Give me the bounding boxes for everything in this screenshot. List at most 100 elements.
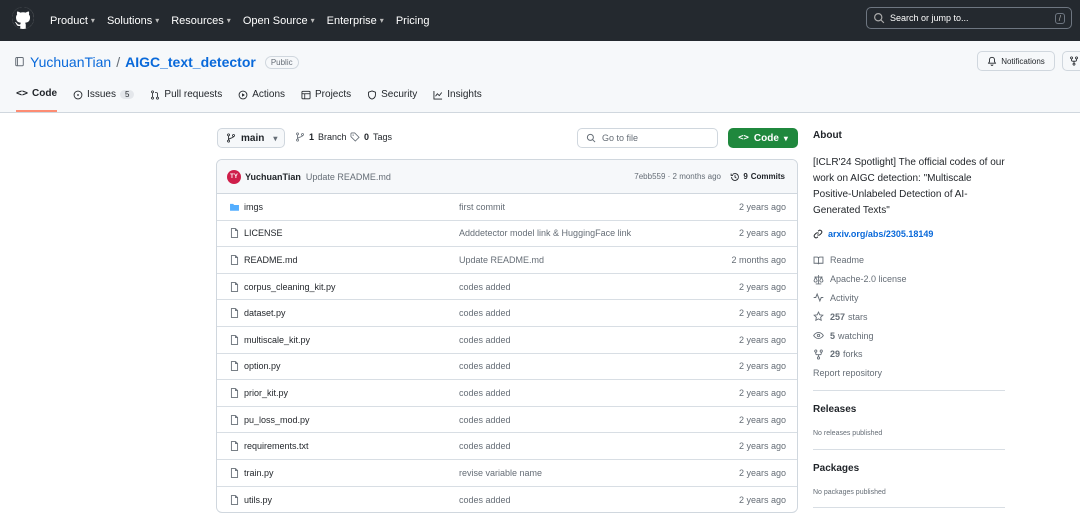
- nav-pricing[interactable]: Pricing: [396, 15, 430, 27]
- file-row[interactable]: utils.py codes added 2 years ago: [217, 487, 797, 512]
- file-commit-message-link[interactable]: codes added: [459, 415, 511, 425]
- commit-author-link[interactable]: YuchuanTian: [245, 172, 301, 182]
- nav-solutions[interactable]: Solutions ▾: [107, 15, 159, 27]
- fork-button[interactable]: [1062, 51, 1080, 71]
- file-commit-message-link[interactable]: revise variable name: [459, 468, 542, 478]
- file-commit-message-link[interactable]: codes added: [459, 282, 511, 292]
- visibility-badge: Public: [264, 55, 299, 69]
- branch-select-button[interactable]: main ▾: [217, 128, 285, 148]
- file-row[interactable]: LICENSE Adddetector model link & HuggingF…: [217, 221, 797, 248]
- forks-link[interactable]: 29 forks: [813, 345, 1005, 364]
- file-commit-message-link[interactable]: codes added: [459, 388, 511, 398]
- branches-link[interactable]: 1 Branch: [295, 132, 347, 142]
- nav-label: Open Source: [242, 14, 308, 27]
- file-commit-message-link[interactable]: codes added: [459, 441, 511, 451]
- tab-issues[interactable]: Issues 5: [73, 88, 135, 112]
- file-name-link[interactable]: option.py: [244, 361, 281, 371]
- file-icon: [230, 281, 239, 292]
- file-row[interactable]: imgs first commit 2 years ago: [217, 194, 797, 221]
- branch-name: main: [241, 132, 265, 144]
- file-commit-message-link[interactable]: Adddetector model link & HuggingFace lin…: [459, 228, 631, 238]
- file-name-link[interactable]: requirements.txt: [244, 441, 309, 451]
- file-row[interactable]: pu_loss_mod.py codes added 2 years ago: [217, 407, 797, 434]
- file-icon: [230, 228, 239, 239]
- folder-icon: [230, 203, 239, 211]
- watchers-link[interactable]: 5 watching: [813, 326, 1005, 345]
- file-name-link[interactable]: dataset.py: [244, 308, 286, 318]
- packages-heading[interactable]: Packages: [813, 463, 859, 474]
- file-list: imgs first commit 2 years ago LICENSE Adddet…: [217, 194, 797, 512]
- link-icon: [813, 229, 823, 239]
- nav-enterprise[interactable]: Enterprise ▾: [327, 15, 384, 27]
- chevron-down-icon: ▾: [90, 16, 95, 25]
- file-commit-message-link[interactable]: codes added: [459, 335, 511, 345]
- releases-heading[interactable]: Releases: [813, 404, 856, 415]
- file-row[interactable]: train.py revise variable name 2 years ago: [217, 460, 797, 487]
- nav-resources[interactable]: Resources ▾: [171, 15, 231, 27]
- file-commit-message-link[interactable]: Update README.md: [459, 255, 544, 265]
- tags-link[interactable]: 0 Tags: [350, 132, 392, 142]
- file-name-link[interactable]: prior_kit.py: [244, 388, 288, 398]
- chevron-down-icon: ▾: [379, 16, 384, 25]
- file-row[interactable]: multiscale_kit.py codes added 2 years ago: [217, 327, 797, 354]
- stars-link[interactable]: 257 stars: [813, 307, 1005, 326]
- commit-hash-time[interactable]: 7ebb559 · 2 months ago: [634, 172, 721, 181]
- file-name-link[interactable]: multiscale_kit.py: [244, 335, 310, 345]
- file-name-link[interactable]: README.md: [244, 255, 298, 265]
- avatar[interactable]: TY: [227, 169, 241, 184]
- chevron-down-icon: ▾: [310, 16, 315, 25]
- law-icon: [813, 274, 824, 285]
- homepage-link[interactable]: arxiv.org/abs/2305.18149: [813, 229, 1005, 239]
- file-name-link[interactable]: LICENSE: [244, 228, 283, 238]
- search-placeholder: Search or jump to...: [890, 13, 969, 23]
- file-commit-message-link[interactable]: codes added: [459, 495, 511, 505]
- tab-projects[interactable]: Projects: [301, 88, 351, 112]
- tab-actions[interactable]: Actions: [238, 88, 285, 112]
- nav-open-source[interactable]: Open Source ▾: [243, 15, 315, 27]
- file-name-link[interactable]: imgs: [244, 202, 263, 212]
- file-commit-message-link[interactable]: codes added: [459, 361, 511, 371]
- github-logo-icon[interactable]: [12, 7, 34, 29]
- tab-security[interactable]: Security: [367, 88, 417, 112]
- license-link[interactable]: Apache-2.0 license: [813, 270, 1005, 289]
- tab-label: Pull requests: [164, 89, 223, 100]
- commit-message-link[interactable]: Update README.md: [306, 172, 391, 182]
- file-icon: [230, 361, 239, 372]
- file-commit-message-link[interactable]: codes added: [459, 308, 511, 318]
- file-icon: [230, 334, 239, 345]
- file-icon: [230, 441, 239, 452]
- tab-insights[interactable]: Insights: [433, 88, 482, 112]
- pull-request-icon: [151, 89, 160, 100]
- go-to-file-input[interactable]: Go to file: [577, 128, 718, 148]
- repo-owner-link[interactable]: YuchuanTian: [30, 54, 111, 70]
- activity-link[interactable]: Activity: [813, 289, 1005, 308]
- file-name-link[interactable]: pu_loss_mod.py: [244, 415, 310, 425]
- file-name-link[interactable]: corpus_cleaning_kit.py: [244, 282, 336, 292]
- file-commit-message-link[interactable]: first commit: [459, 202, 505, 212]
- tab-pull-requests[interactable]: Pull requests: [150, 88, 222, 112]
- file-name-link[interactable]: utils.py: [244, 495, 272, 505]
- file-row[interactable]: prior_kit.py codes added 2 years ago: [217, 380, 797, 407]
- global-header: Product ▾ Solutions ▾ Resources ▾ Open Sour…: [0, 0, 1080, 41]
- repo-name-link[interactable]: AIGC_text_detector: [125, 54, 256, 70]
- file-row[interactable]: option.py codes added 2 years ago: [217, 354, 797, 381]
- file-row[interactable]: requirements.txt codes added 2 years ago: [217, 433, 797, 460]
- commits-history-link[interactable]: 9 Commits: [730, 172, 785, 182]
- stars-label: stars: [848, 311, 868, 322]
- file-row[interactable]: README.md Update README.md 2 months ago: [217, 247, 797, 274]
- tab-code[interactable]: <> Code: [16, 88, 58, 112]
- search-input[interactable]: Search or jump to... /: [866, 7, 1072, 29]
- file-row[interactable]: corpus_cleaning_kit.py codes added 2 years…: [217, 274, 797, 301]
- branch-icon: [227, 133, 235, 143]
- file-row[interactable]: dataset.py codes added 2 years ago: [217, 300, 797, 327]
- readme-link[interactable]: Readme: [813, 251, 1005, 270]
- report-repository-link[interactable]: Report repository: [813, 364, 1005, 383]
- branches-label: Branch: [318, 132, 347, 142]
- tags-label: Tags: [373, 132, 393, 142]
- fork-icon: [814, 349, 823, 360]
- code-dropdown-button[interactable]: <> Code ▾: [728, 128, 798, 148]
- notifications-button[interactable]: Notifications: [977, 51, 1055, 71]
- nav-product[interactable]: Product ▾: [50, 15, 95, 27]
- file-name-link[interactable]: train.py: [244, 468, 274, 478]
- chevron-down-icon: ▾: [783, 133, 788, 143]
